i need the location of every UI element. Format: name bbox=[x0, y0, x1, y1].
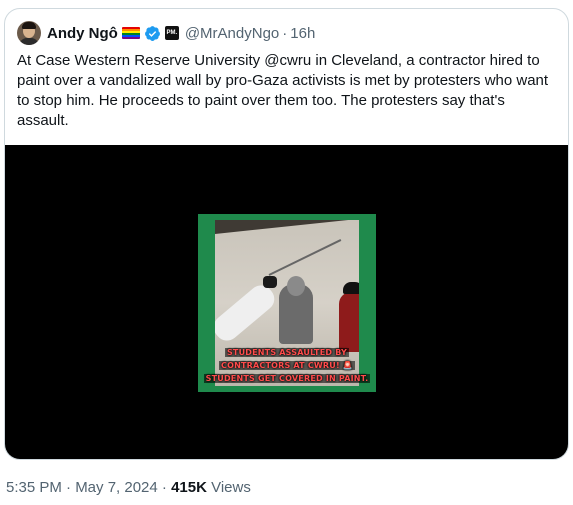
views-count: 415K bbox=[171, 479, 207, 496]
separator-dot: · bbox=[282, 24, 288, 42]
caption-line-1: STUDENTS ASSAULTED BY bbox=[224, 348, 350, 357]
author-name[interactable]: Andy Ngô bbox=[47, 25, 118, 42]
author-handle[interactable]: @MrAndyNgo bbox=[185, 25, 279, 42]
verified-badge-icon bbox=[144, 25, 160, 41]
video-player[interactable]: STUDENTS ASSAULTED BY CONTRACTORS AT CWR… bbox=[5, 145, 568, 459]
tweet-card[interactable]: Andy Ngô PM. @MrAndyNgo · 16h At Case We… bbox=[4, 8, 569, 460]
caption-line-2: CONTRACTORS AT CWRU! 🚨 bbox=[219, 361, 355, 370]
relative-time[interactable]: 16h bbox=[290, 25, 315, 42]
video-thumbnail[interactable]: STUDENTS ASSAULTED BY CONTRACTORS AT CWR… bbox=[198, 214, 376, 392]
tweet-text: At Case Western Reserve University @cwru… bbox=[17, 52, 549, 129]
timestamp[interactable]: 5:35 PM · May 7, 2024 · bbox=[6, 479, 167, 496]
avatar[interactable] bbox=[17, 21, 41, 45]
tweet-header: Andy Ngô PM. @MrAndyNgo · 16h bbox=[17, 21, 315, 45]
views-label: Views bbox=[211, 479, 251, 496]
rainbow-flag-icon bbox=[121, 27, 140, 39]
affiliation-badge[interactable]: PM. bbox=[164, 26, 179, 40]
video-caption: STUDENTS ASSAULTED BY CONTRACTORS AT CWR… bbox=[198, 346, 376, 385]
tweet-footer: 5:35 PM · May 7, 2024 · 415K Views bbox=[6, 479, 251, 496]
caption-line-3: STUDENTS GET COVERED IN PAINT. bbox=[203, 374, 371, 383]
